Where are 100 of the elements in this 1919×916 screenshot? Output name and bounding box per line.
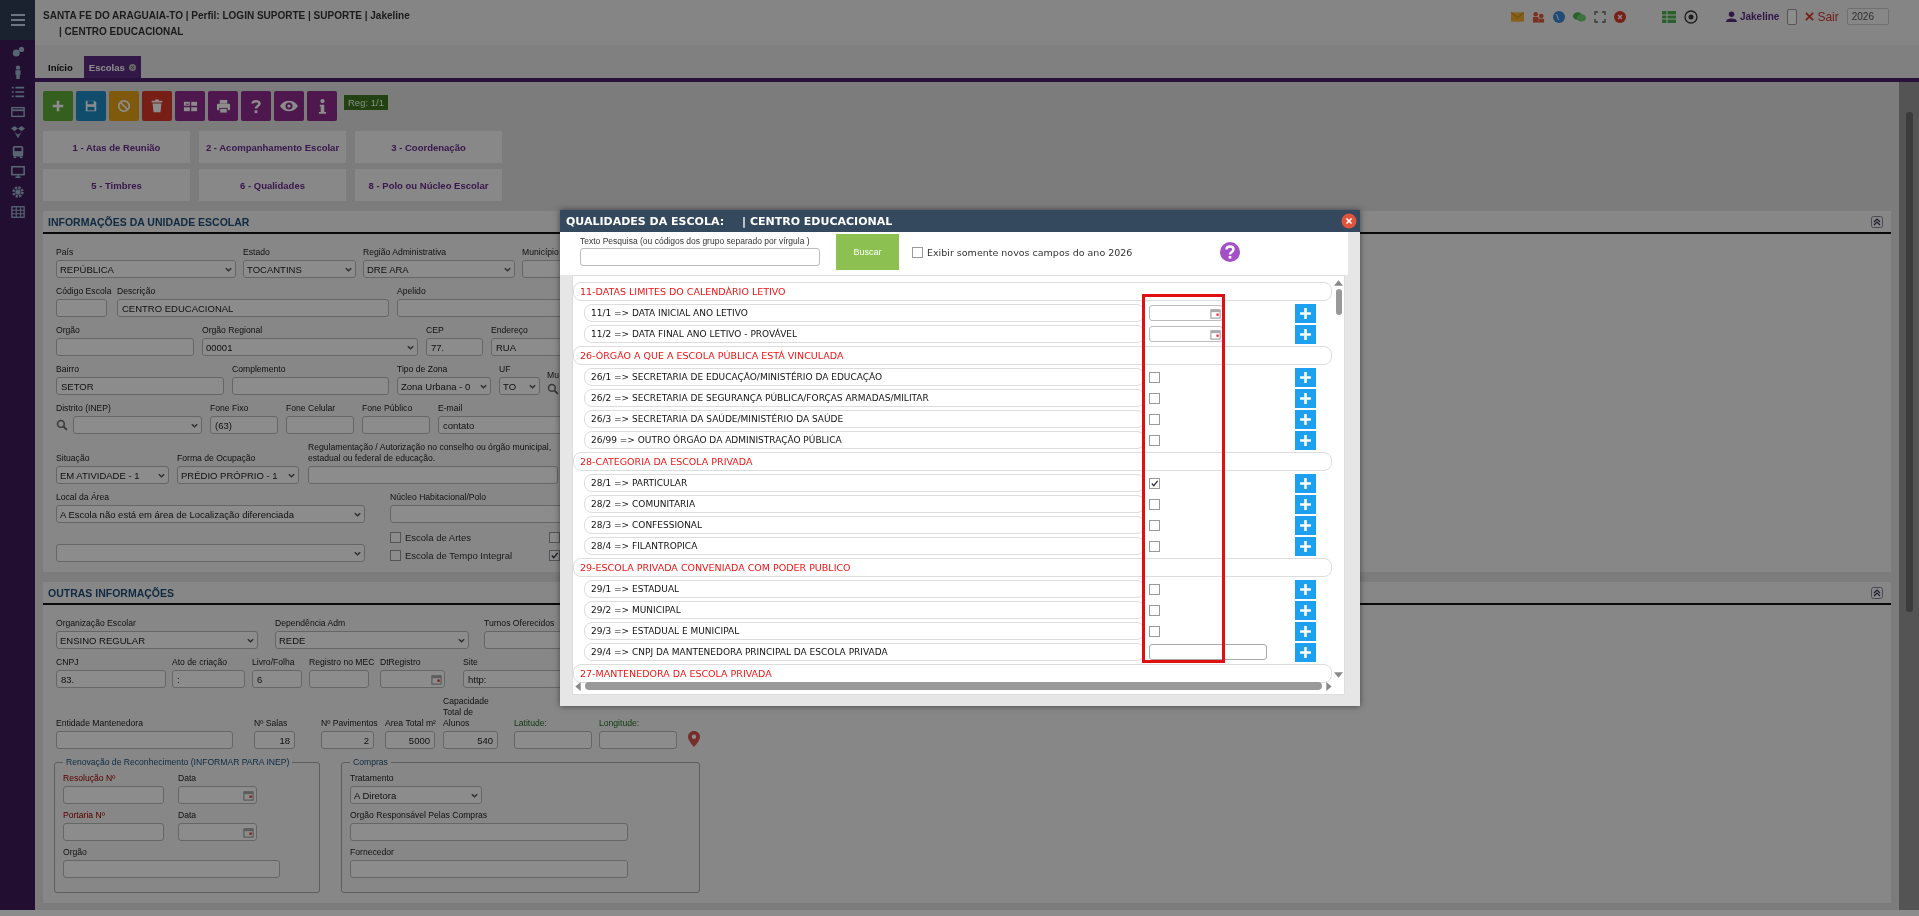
checkbox[interactable]	[1149, 413, 1160, 425]
shortcut-button[interactable]: 6 - Qualidades	[199, 169, 346, 201]
text-field[interactable]	[56, 299, 107, 317]
monitor-icon[interactable]	[10, 165, 25, 179]
gear-icon[interactable]	[10, 185, 25, 199]
text-field[interactable]: :	[172, 670, 245, 688]
scroll-right-icon[interactable]	[1326, 681, 1332, 691]
save-button[interactable]	[76, 91, 106, 121]
text-field[interactable]	[308, 466, 558, 484]
menu-icon[interactable]	[9, 12, 26, 28]
checkbox[interactable]	[1149, 392, 1160, 404]
select-field[interactable]: ENSINO REGULAR	[56, 631, 258, 649]
text-field[interactable]	[350, 823, 628, 841]
text-field[interactable]: 5000	[385, 731, 435, 749]
select-field[interactable]	[73, 416, 202, 434]
grid-button[interactable]	[175, 91, 205, 121]
text-field[interactable]	[63, 823, 164, 841]
checkbox[interactable]	[1149, 519, 1160, 531]
shortcut-button[interactable]: 8 - Polo ou Núcleo Escolar	[355, 169, 502, 201]
select-field[interactable]: A Diretora	[350, 786, 482, 804]
checkbox[interactable]	[1149, 371, 1160, 383]
checkbox[interactable]	[1149, 540, 1160, 552]
user-icon[interactable]	[1725, 11, 1737, 22]
envelope-icon[interactable]	[1510, 11, 1524, 22]
text-field[interactable]	[56, 731, 233, 749]
date-field[interactable]	[380, 670, 445, 688]
text-field[interactable]	[232, 377, 389, 395]
checkbox[interactable]	[549, 550, 560, 561]
calendar-icon[interactable]	[1210, 328, 1221, 340]
text-field[interactable]: 2	[321, 731, 374, 749]
add-button[interactable]	[1295, 515, 1316, 535]
text-field[interactable]	[63, 786, 164, 804]
text-field[interactable]: 6	[252, 670, 302, 688]
map-pin-icon[interactable]	[688, 731, 700, 747]
select-field[interactable]: 00001	[202, 338, 418, 356]
select-field[interactable]: A Escola não está em área de Localização diferenciada	[56, 505, 365, 523]
tab[interactable]: Escolas	[83, 56, 141, 78]
calendar-icon[interactable]	[243, 826, 254, 838]
boxes-icon[interactable]	[10, 125, 25, 139]
year-select[interactable]: 2026	[1846, 8, 1889, 25]
shortcut-button[interactable]: 2 - Acompanhamento Escolar	[199, 131, 346, 163]
dropdown-toggle[interactable]	[1787, 8, 1798, 25]
add-button[interactable]	[1295, 388, 1316, 408]
text-field[interactable]: 83.	[56, 670, 166, 688]
logout-link[interactable]: Sair	[1817, 9, 1839, 24]
add-button[interactable]	[1295, 324, 1316, 344]
add-button[interactable]	[1295, 409, 1316, 429]
search-icon[interactable]	[56, 419, 68, 431]
add-button[interactable]	[1295, 600, 1316, 620]
search-icon[interactable]	[547, 383, 559, 395]
calendar-icon[interactable]	[243, 789, 254, 801]
text-field[interactable]	[599, 731, 677, 749]
close-icon[interactable]	[1341, 213, 1357, 229]
add-button[interactable]	[1295, 494, 1316, 514]
chat-icon[interactable]	[1572, 10, 1586, 23]
calendar-icon[interactable]	[1210, 307, 1221, 319]
checkbox[interactable]	[912, 247, 923, 258]
checkbox[interactable]	[1149, 583, 1160, 595]
checkbox[interactable]	[1149, 498, 1160, 510]
date-field[interactable]	[178, 823, 257, 841]
print-button[interactable]	[208, 91, 238, 121]
select-field[interactable]: Zona Urbana - 0	[397, 377, 491, 395]
bus-icon[interactable]	[10, 145, 25, 159]
checkbox[interactable]	[1149, 434, 1160, 446]
select-field[interactable]: EM ATIVIDADE - 1	[56, 466, 169, 484]
select-field[interactable]	[56, 544, 365, 562]
cancel-button[interactable]	[109, 91, 139, 121]
table-icon[interactable]	[10, 205, 25, 219]
text-field[interactable]	[309, 670, 369, 688]
checkbox[interactable]	[1149, 625, 1160, 637]
scroll-down-icon[interactable]	[1334, 672, 1343, 678]
scrollbar-thumb[interactable]	[585, 682, 1322, 690]
shortcut-button[interactable]: 5 - Timbres	[43, 169, 190, 201]
add-button[interactable]	[1295, 536, 1316, 556]
globe-icon[interactable]	[1552, 10, 1565, 23]
add-button[interactable]	[1295, 621, 1316, 641]
text-field[interactable]: (63)	[210, 416, 278, 434]
checkbox[interactable]	[390, 550, 401, 561]
text-field[interactable]	[56, 338, 194, 356]
add-button[interactable]	[1295, 303, 1316, 323]
people-icon[interactable]	[1531, 10, 1545, 23]
add-button[interactable]	[1295, 579, 1316, 599]
checkbox[interactable]	[390, 532, 401, 543]
scroll-left-icon[interactable]	[575, 681, 581, 691]
user-name[interactable]: Jakeline	[1739, 11, 1780, 22]
scrollbar[interactable]	[1899, 82, 1919, 910]
shortcut-button[interactable]: 1 - Atas de Reunião	[43, 131, 190, 163]
text-field[interactable]	[63, 860, 280, 878]
calendar-icon[interactable]	[431, 673, 442, 685]
text-field[interactable]: 18	[254, 731, 295, 749]
text-field[interactable]: SETOR	[56, 377, 224, 395]
select-field[interactable]: TOCANTINS	[243, 260, 356, 278]
collapse-icon[interactable]	[1871, 215, 1883, 228]
add-button[interactable]	[1295, 367, 1316, 387]
info-button[interactable]	[307, 91, 337, 121]
delete-button[interactable]	[142, 91, 172, 121]
collapse-icon[interactable]	[1871, 586, 1883, 599]
text-field[interactable]: CENTRO EDUCACIONAL	[117, 299, 389, 317]
text-field[interactable]: http:	[463, 670, 563, 688]
add-button[interactable]	[1295, 430, 1316, 450]
